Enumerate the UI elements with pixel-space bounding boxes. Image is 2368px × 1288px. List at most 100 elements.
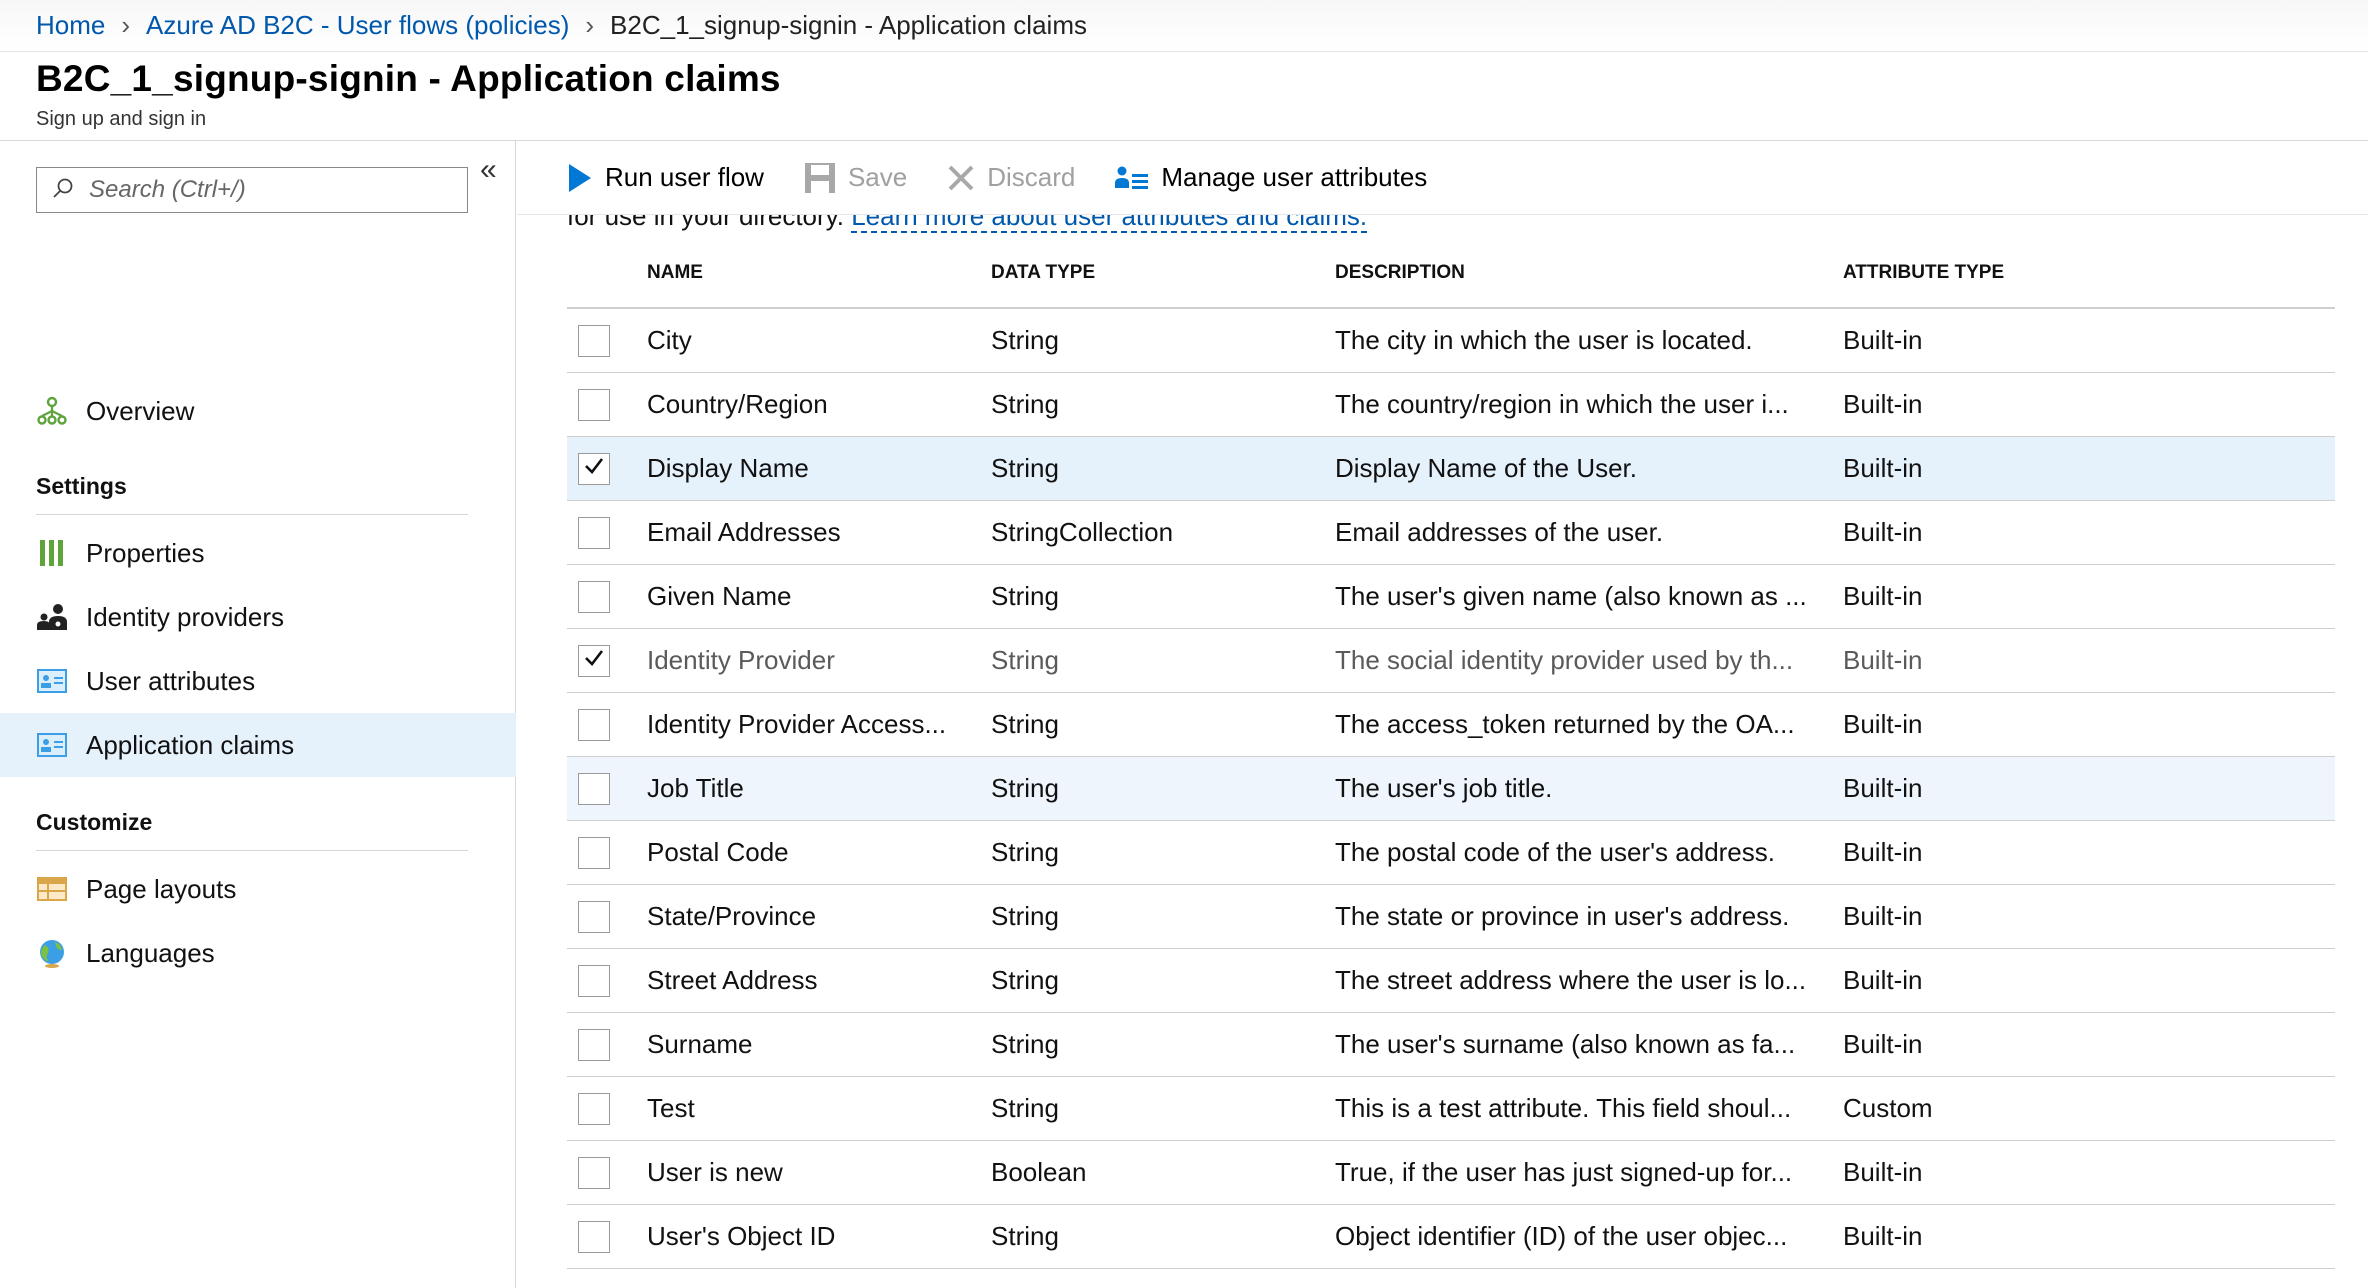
table-row[interactable]: Job Title String The user's job title. Buil… (567, 757, 2335, 821)
row-checkbox[interactable] (578, 388, 610, 421)
sidebar-item-label: Languages (86, 937, 215, 968)
sidebar-item-identity-providers[interactable]: Identity providers (0, 585, 516, 649)
save-label: Save (847, 162, 908, 192)
table-row[interactable]: Display Name String Display Name of the Us… (567, 437, 2335, 501)
row-checkbox[interactable] (578, 1220, 610, 1253)
cell-name: Identity Provider Access... (647, 709, 947, 739)
cell-attribute-type: Built-in (1843, 1029, 1923, 1059)
row-checkbox[interactable] (578, 1092, 610, 1125)
row-checkbox[interactable] (578, 516, 610, 549)
row-checkbox[interactable] (578, 836, 610, 869)
cell-description: This is a test attribute. This field sho… (1335, 1093, 1792, 1123)
application-claims-icon (36, 729, 68, 761)
manage-user-attributes-label: Manage user attributes (1161, 162, 1428, 192)
save-button[interactable]: Save (804, 162, 907, 194)
table-row[interactable]: City String The city in which the user is … (567, 309, 2335, 373)
row-checkbox[interactable] (578, 644, 610, 677)
column-header-name[interactable]: NAME (647, 262, 991, 284)
search-icon (51, 176, 75, 205)
row-checkbox[interactable] (578, 772, 610, 805)
checkmark-icon (583, 645, 605, 676)
cell-data-type: StringCollection (991, 517, 1174, 547)
table-row[interactable]: User's Object ID String Object identifier … (567, 1205, 2335, 1269)
learn-more-link[interactable]: Learn more about user attributes and cla… (851, 215, 1368, 233)
cell-name: Street Address (647, 965, 818, 995)
cell-name: Identity Provider (647, 645, 835, 675)
row-checkbox[interactable] (578, 900, 610, 933)
table-row[interactable]: Country/Region String The country/region i… (567, 373, 2335, 437)
cell-name: Postal Code (647, 837, 789, 867)
cell-data-type: String (991, 581, 1059, 611)
sidebar-item-properties[interactable]: Properties (0, 521, 516, 585)
row-checkbox[interactable] (578, 708, 610, 741)
cell-attribute-type: Built-in (1843, 325, 1923, 355)
page-subtitle: Sign up and sign in (36, 108, 207, 130)
section-title-settings: Settings (36, 473, 468, 515)
cell-name: City (647, 325, 692, 355)
cell-description: The user's surname (also known as fa... (1335, 1029, 1796, 1059)
cell-name: State/Province (647, 901, 817, 931)
user-attributes-icon (36, 665, 68, 697)
command-bar: Run user flow Save Discard Manage user a… (517, 141, 2368, 215)
column-header-data-type[interactable]: DATA TYPE (991, 262, 1335, 284)
table-header: NAME DATA TYPE DESCRIPTION ATTRIBUTE TYP… (567, 239, 2335, 309)
cell-data-type: String (991, 965, 1059, 995)
table-row[interactable]: Surname String The user's surname (also kn… (567, 1013, 2335, 1077)
cell-name: Display Name (647, 453, 809, 483)
properties-icon (36, 537, 68, 569)
intro-text: for use in your directory. Learn more ab… (567, 215, 1368, 233)
cell-description: Display Name of the User. (1335, 453, 1638, 483)
cell-attribute-type: Built-in (1843, 709, 1923, 739)
table-row[interactable]: Test String This is a test attribute. This… (567, 1077, 2335, 1141)
collapse-sidebar-icon[interactable]: « (480, 153, 497, 187)
cell-description: Email addresses of the user. (1335, 517, 1664, 547)
sidebar-item-label: Overview (86, 395, 195, 426)
sidebar-item-page-layouts[interactable]: Page layouts (0, 857, 516, 921)
search-input[interactable] (89, 176, 449, 204)
cell-name: Test (647, 1093, 695, 1123)
sidebar-item-overview[interactable]: Overview (0, 379, 516, 443)
breadcrumb-home-link[interactable]: Home (36, 10, 105, 41)
row-checkbox[interactable] (578, 1156, 610, 1189)
page-layouts-icon (36, 873, 68, 905)
cell-description: The postal code of the user's address. (1335, 837, 1775, 867)
play-icon (567, 163, 593, 193)
cell-data-type: String (991, 1029, 1059, 1059)
manage-user-attributes-button[interactable]: Manage user attributes (1115, 162, 1427, 193)
table-row[interactable]: Street Address String The street address w… (567, 949, 2335, 1013)
row-checkbox[interactable] (578, 964, 610, 997)
run-user-flow-label: Run user flow (605, 162, 764, 192)
column-header-attribute-type[interactable]: ATTRIBUTE TYPE (1843, 262, 2143, 284)
discard-button[interactable]: Discard (947, 162, 1075, 193)
table-row[interactable]: Identity Provider Access... String The acc… (567, 693, 2335, 757)
cell-data-type: String (991, 453, 1059, 483)
cell-attribute-type: Built-in (1843, 453, 1923, 483)
cell-description: True, if the user has just signed-up for… (1335, 1157, 1793, 1187)
sidebar-search[interactable] (36, 167, 468, 213)
cell-attribute-type: Built-in (1843, 581, 1923, 611)
sidebar-item-user-attributes[interactable]: User attributes (0, 649, 516, 713)
table-row[interactable]: Postal Code String The postal code of the … (567, 821, 2335, 885)
breadcrumb-current: B2C_1_signup-signin - Application claims (610, 10, 1087, 40)
row-checkbox[interactable] (578, 580, 610, 613)
sidebar-item-languages[interactable]: Languages (0, 921, 516, 985)
column-header-description[interactable]: DESCRIPTION (1335, 262, 1843, 284)
run-user-flow-button[interactable]: Run user flow (567, 162, 764, 193)
identity-providers-icon (36, 601, 68, 633)
sidebar-item-label: Page layouts (86, 873, 237, 904)
row-checkbox[interactable] (578, 324, 610, 357)
sidebar-item-application-claims[interactable]: Application claims (0, 713, 516, 777)
table-row[interactable]: State/Province String The state or provinc… (567, 885, 2335, 949)
table-row[interactable]: Given Name String The user's given name (a… (567, 565, 2335, 629)
cell-data-type: String (991, 901, 1059, 931)
table-row[interactable]: User is new Boolean True, if the user has … (567, 1141, 2335, 1205)
sidebar: « Overview Settings Properties Identity … (0, 141, 516, 1288)
row-checkbox[interactable] (578, 1028, 610, 1061)
row-checkbox[interactable] (578, 452, 610, 485)
cell-data-type: String (991, 837, 1059, 867)
table-row[interactable]: Identity Provider String The social identi… (567, 629, 2335, 693)
cell-attribute-type: Built-in (1843, 837, 1923, 867)
table-row[interactable]: Email Addresses StringCollection Email add… (567, 501, 2335, 565)
breadcrumb-user-flows-link[interactable]: Azure AD B2C - User flows (policies) (146, 10, 569, 41)
cell-description: The street address where the user is lo.… (1335, 965, 1807, 995)
